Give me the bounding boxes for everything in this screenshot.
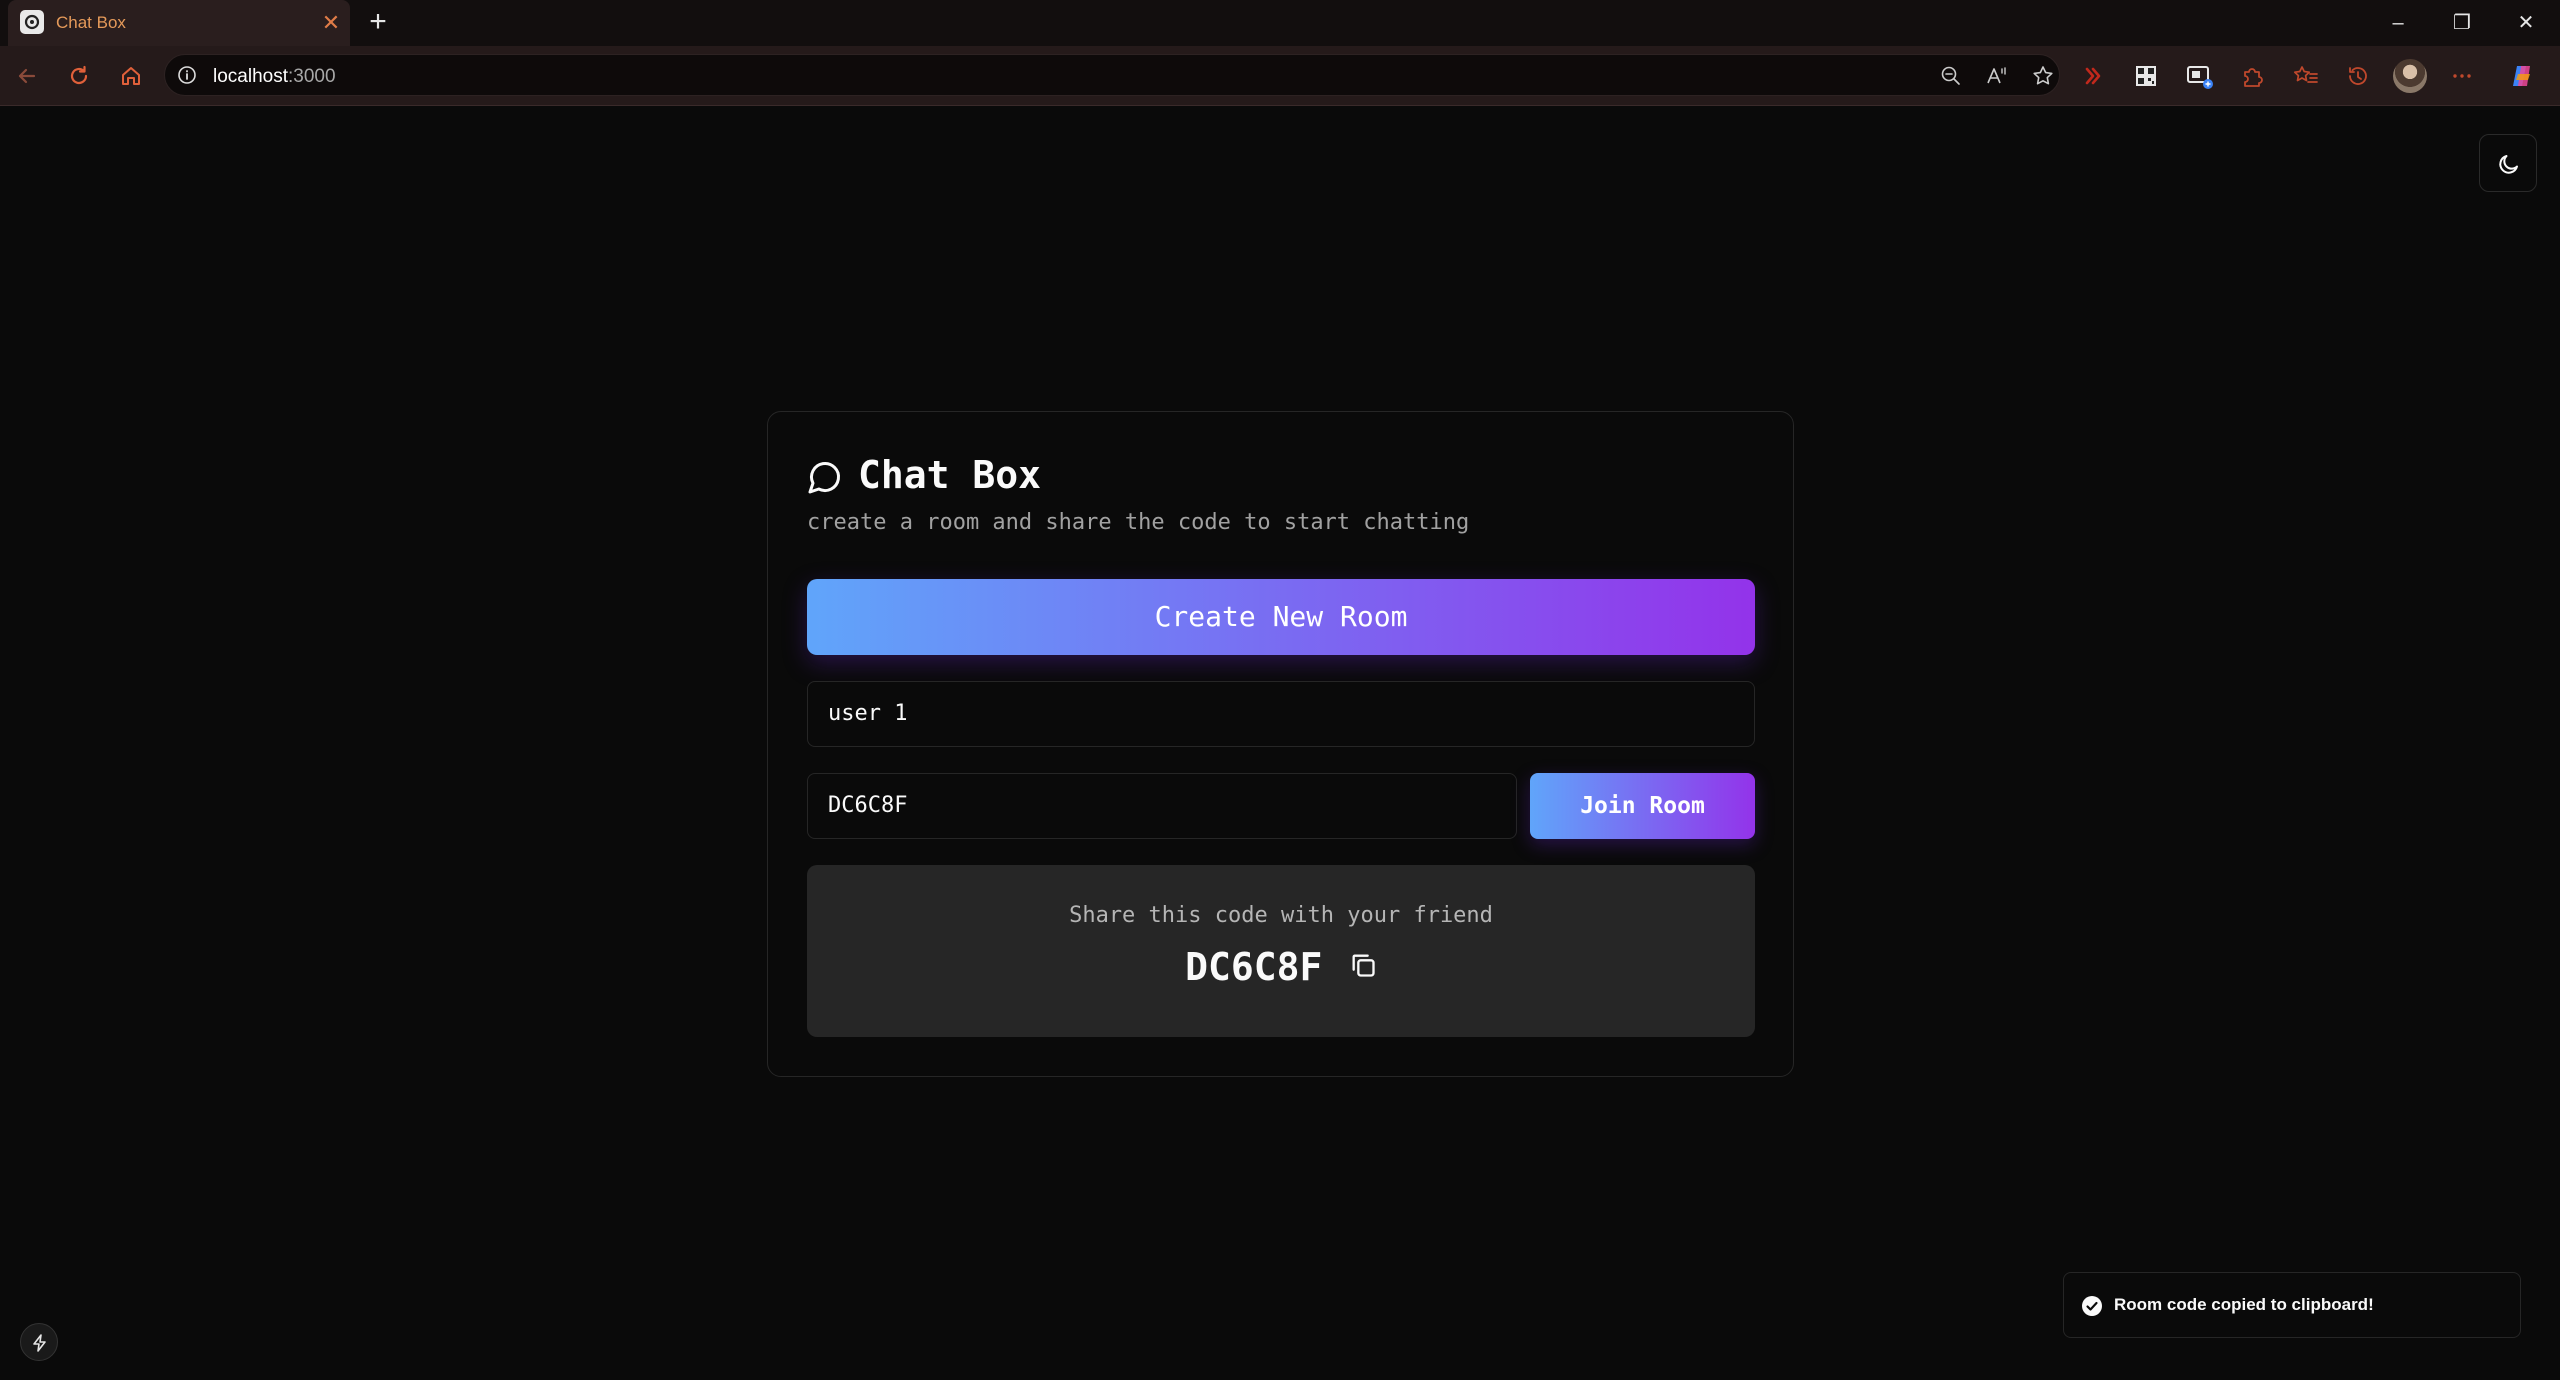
dev-tools-button[interactable] bbox=[20, 1323, 58, 1361]
profile-avatar[interactable] bbox=[2393, 59, 2427, 93]
back-icon[interactable] bbox=[12, 61, 42, 91]
screen-cast-icon[interactable] bbox=[2183, 60, 2215, 92]
url-port: :3000 bbox=[288, 66, 336, 87]
card-subtitle: create a room and share the code to star… bbox=[807, 510, 1470, 535]
copy-icon[interactable] bbox=[1349, 951, 1377, 979]
zoom-out-icon[interactable] bbox=[1939, 64, 1963, 88]
home-icon[interactable] bbox=[116, 61, 146, 91]
check-circle-icon bbox=[2082, 1296, 2102, 1316]
minimize-icon[interactable]: – bbox=[2368, 0, 2428, 46]
join-room-button[interactable]: Join Room bbox=[1530, 773, 1755, 839]
tab-close-icon[interactable]: ✕ bbox=[318, 10, 344, 36]
room-code-display: DC6C8F bbox=[1185, 945, 1323, 989]
username-input[interactable]: user 1 bbox=[807, 681, 1755, 747]
room-code-input[interactable]: DC6C8F bbox=[807, 773, 1517, 839]
url-text: localhost:3000 bbox=[213, 66, 336, 88]
moon-icon bbox=[2499, 155, 2518, 174]
share-code-row: DC6C8F bbox=[807, 945, 1755, 995]
toast-notification: Room code copied to clipboard! bbox=[2063, 1272, 2521, 1338]
card-title: Chat Box bbox=[858, 453, 1042, 497]
extension-arrows-icon[interactable] bbox=[2077, 60, 2109, 92]
share-code-label: Share this code with your friend bbox=[1069, 903, 1493, 928]
site-info-icon[interactable] bbox=[177, 65, 197, 85]
tab-title: Chat Box bbox=[56, 13, 126, 32]
lightning-icon bbox=[33, 1334, 46, 1352]
qr-code-icon[interactable] bbox=[2130, 60, 2162, 92]
tab-favicon-icon bbox=[20, 10, 44, 34]
url-host: localhost bbox=[213, 66, 288, 87]
copilot-icon[interactable] bbox=[2506, 60, 2538, 92]
favorite-star-icon[interactable] bbox=[2031, 64, 2055, 88]
toast-message: Room code copied to clipboard! bbox=[2114, 1295, 2374, 1314]
address-bar[interactable]: localhost:3000 bbox=[164, 54, 2060, 96]
window-close-icon[interactable]: ✕ bbox=[2496, 0, 2556, 46]
extensions-puzzle-icon[interactable] bbox=[2236, 60, 2268, 92]
share-code-panel: Share this code with your friend DC6C8F bbox=[807, 865, 1755, 1037]
more-options-icon[interactable] bbox=[2446, 60, 2478, 92]
new-tab-icon[interactable]: + bbox=[362, 6, 394, 38]
create-room-button[interactable]: Create New Room bbox=[807, 579, 1755, 655]
restore-icon[interactable]: ❐ bbox=[2432, 0, 2492, 46]
browser-tab-chat-box[interactable]: Chat Box ✕ bbox=[8, 0, 350, 46]
browser-navbar: localhost:3000 bbox=[0, 46, 2560, 106]
history-icon[interactable] bbox=[2342, 60, 2374, 92]
chat-bubble-icon bbox=[808, 461, 841, 494]
favorites-icon[interactable] bbox=[2290, 60, 2322, 92]
chat-room-card: Chat Box create a room and share the cod… bbox=[767, 411, 1794, 1077]
theme-toggle-button[interactable] bbox=[2479, 134, 2537, 192]
read-aloud-icon[interactable] bbox=[1985, 64, 2009, 88]
browser-tab-bar: Chat Box ✕ + – ❐ ✕ bbox=[0, 0, 2560, 46]
reload-icon[interactable] bbox=[64, 61, 94, 91]
